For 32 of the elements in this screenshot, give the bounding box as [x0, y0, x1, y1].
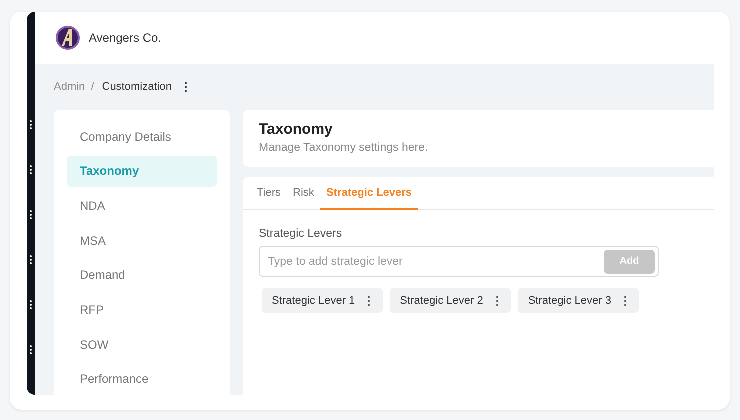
drag-handle-icon[interactable] — [29, 255, 33, 265]
chip-menu-button[interactable]: ⋮ — [361, 294, 378, 308]
chip-menu-button[interactable]: ⋮ — [489, 294, 506, 308]
drag-handle-icon[interactable] — [29, 210, 33, 220]
breadcrumb-item: Customization — [102, 81, 172, 93]
tab[interactable]: Tiers — [251, 177, 288, 210]
tab[interactable]: Risk — [287, 177, 320, 210]
chip-label: Strategic Lever 2 — [400, 294, 484, 306]
sidebar-item[interactable]: NDA — [67, 190, 217, 222]
sidebar-item[interactable]: Taxonomy — [67, 156, 217, 188]
more-menu-button[interactable]: ⋮ — [178, 80, 194, 94]
sidebar-item[interactable]: Company Details — [67, 121, 217, 153]
company-name: Avengers Co. — [89, 31, 162, 45]
chip-label: Strategic Lever 3 — [528, 294, 612, 306]
sidebar-item[interactable]: MSA — [67, 224, 217, 256]
drag-handle-icon[interactable] — [29, 165, 33, 175]
sidebar-item[interactable]: Performance — [67, 363, 217, 395]
drag-handle-icon[interactable] — [29, 120, 33, 130]
breadcrumb-separator: / — [91, 81, 94, 93]
sidebar-item[interactable]: SOW — [67, 328, 217, 360]
sidebar-item[interactable]: RFP — [67, 294, 217, 326]
logo-icon — [55, 25, 81, 51]
drag-handle-icon[interactable] — [29, 345, 33, 355]
page-title: Taxonomy — [259, 121, 334, 138]
page-subtitle: Manage Taxonomy settings here. — [259, 142, 430, 154]
chip-label: Strategic Lever 1 — [272, 294, 356, 306]
breadcrumb-item[interactable]: Admin — [54, 81, 86, 93]
sidebar-item[interactable]: Demand — [67, 260, 217, 292]
field-label: Strategic Levers — [259, 228, 344, 240]
tab[interactable]: Strategic Levers — [320, 177, 418, 210]
chip-menu-button[interactable]: ⋮ — [617, 294, 634, 308]
drag-handle-icon[interactable] — [29, 300, 33, 310]
